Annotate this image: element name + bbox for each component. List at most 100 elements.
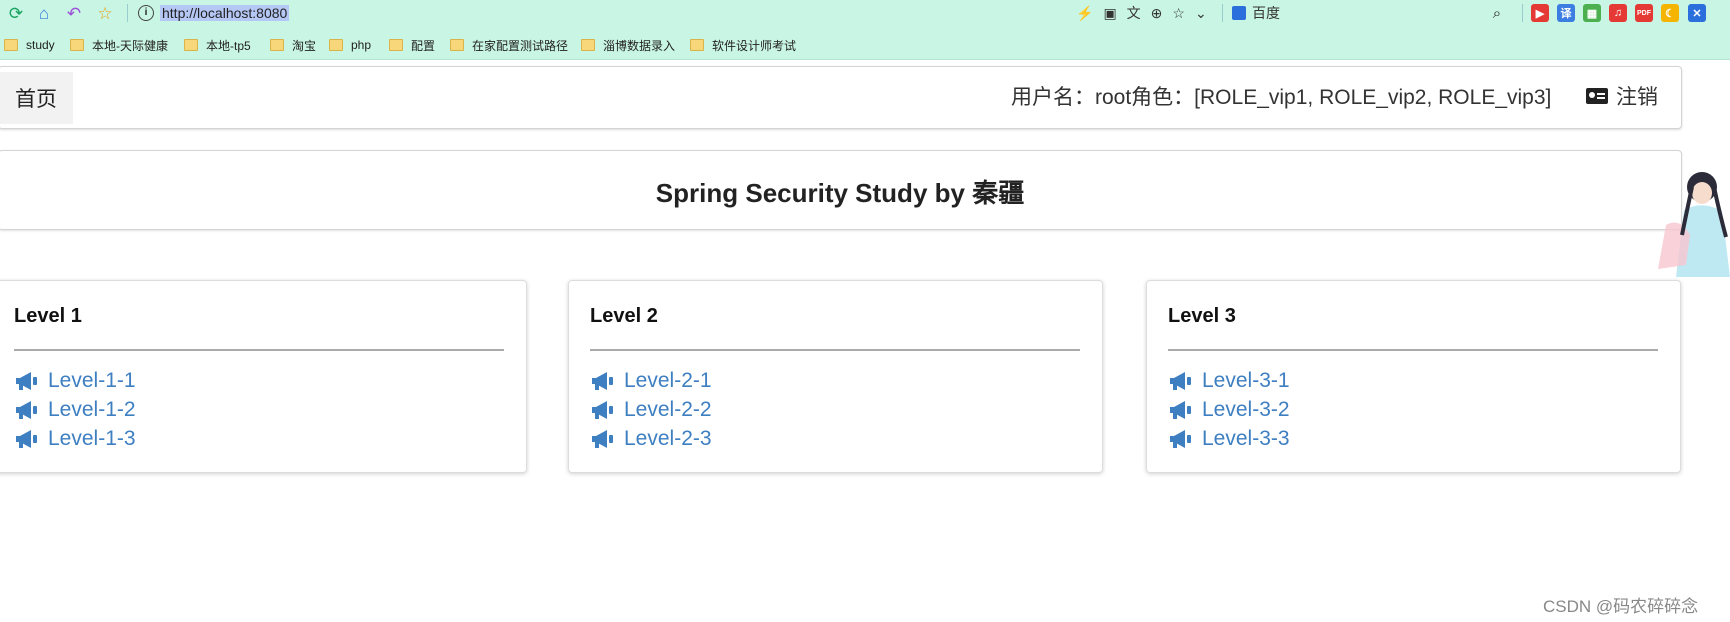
bookmark-label: study [26,38,55,52]
bookmark-item[interactable]: php [329,36,371,54]
address-tools: ⚡ ▣ 文 ⊕ ☆ ⌄ [1076,3,1207,23]
chevron-down-icon[interactable]: ⌄ [1195,5,1207,22]
browser-toolbar: ⟳ ⌂ ↶ ☆ i http://localhost:8080 ⚡ ▣ 文 ⊕ … [0,0,1730,26]
bookmark-item[interactable]: study [4,36,55,54]
moon-ext-icon[interactable]: ☾ [1661,4,1679,22]
id-card-icon [1586,88,1608,104]
bookmark-label: 淘宝 [292,38,317,53]
folder-icon [270,39,284,51]
level-links: Level-2-1 Level-2-2 Level-2-3 [590,366,712,453]
logout-label: 注销 [1616,86,1658,109]
divider [14,349,504,351]
bookmark-label: 配置 [411,38,436,53]
translate-icon[interactable]: 文 [1127,3,1141,23]
level-link[interactable]: Level-3-1 [1168,366,1290,395]
toolbar-divider [1522,4,1523,22]
youtube-ext-icon[interactable]: ▶ [1531,4,1549,22]
level-title: Level 2 [590,305,658,327]
bullhorn-icon [16,429,37,448]
level-link-label: Level-3-1 [1202,368,1290,392]
level-link-label: Level-1-3 [48,426,136,450]
level-link[interactable]: Level-2-1 [590,366,712,395]
bookmark-label: php [351,38,372,52]
lightning-icon[interactable]: ⚡ [1076,5,1093,22]
watermark-text: CSDN @码农碎碎念 [1543,597,1699,616]
page-title: Spring Security Study by 秦疆 [655,178,1025,208]
pdf-ext-icon[interactable]: PDF [1635,4,1653,22]
logout-button[interactable]: 注销 [1586,81,1658,111]
bullhorn-icon [592,371,613,390]
level-link[interactable]: Level-3-2 [1168,395,1290,424]
level-link-label: Level-1-2 [48,397,136,421]
bookmark-label: 本地-tp5 [206,38,251,53]
folder-icon [450,39,464,51]
search-engine-label: 百度 [1252,5,1280,21]
refresh-icon[interactable]: ⟳ [6,3,26,23]
bookmark-label: 淄博数据录入 [603,38,676,53]
bookmarks-bar [0,26,1730,60]
level-link-label: Level-2-2 [624,397,712,421]
level-title: Level 3 [1168,305,1236,327]
top-navbar: 首页 用户名：root角色：[ROLE_vip1, ROLE_vip2, ROL… [0,66,1682,129]
level-link[interactable]: Level-1-3 [14,424,136,453]
level-link[interactable]: Level-3-3 [1168,424,1290,453]
home-link[interactable]: 首页 [0,72,73,124]
bookmark-label: 本地-天际健康 [92,38,168,53]
search-icon[interactable]: ⌕ [1487,3,1507,23]
level-link-label: Level-1-1 [48,368,136,392]
folder-icon [389,39,403,51]
bookmark-item[interactable]: 本地-tp5 [184,36,251,54]
zoom-icon[interactable]: ⊕ [1151,5,1163,22]
translate-ext-icon[interactable]: 译 [1557,4,1575,22]
search-engine[interactable]: 百度 [1232,3,1280,23]
home-icon[interactable]: ⌂ [34,3,54,23]
bullhorn-icon [592,429,613,448]
address-text[interactable]: http://localhost:8080 [160,5,290,21]
address-bar[interactable]: i http://localhost:8080 [138,4,290,22]
back-icon[interactable]: ↶ [64,3,84,23]
user-info: 用户名：root角色：[ROLE_vip1, ROLE_vip2, ROLE_v… [1011,86,1552,109]
folder-icon [581,39,595,51]
level-link-label: Level-3-2 [1202,397,1290,421]
bullhorn-icon [1170,371,1191,390]
level-card-1: Level 1 Level-1-1 Level-1-2 Level-1-3 [0,280,527,473]
level-links: Level-3-1 Level-3-2 Level-3-3 [1168,366,1290,453]
level-link[interactable]: Level-2-3 [590,424,712,453]
level-title: Level 1 [14,305,82,327]
bullhorn-icon [1170,400,1191,419]
level-card-2: Level 2 Level-2-1 Level-2-2 Level-2-3 [568,280,1103,473]
bookmark-item[interactable]: 淄博数据录入 [581,36,675,54]
qr-icon[interactable]: ▣ [1103,5,1116,22]
folder-icon [70,39,84,51]
star-icon[interactable]: ☆ [1172,5,1185,22]
star-icon[interactable]: ☆ [95,3,115,23]
bookmark-item[interactable]: 软件设计师考试 [690,36,796,54]
level-link[interactable]: Level-2-2 [590,395,712,424]
folder-icon [329,39,343,51]
divider [590,349,1080,351]
x-ext-icon[interactable]: ✕ [1688,4,1706,22]
baidu-icon [1232,6,1246,20]
anime-mascot-image [1658,172,1730,277]
level-card-3: Level 3 Level-3-1 Level-3-2 Level-3-3 [1146,280,1681,473]
bookmark-item[interactable]: 本地-天际健康 [70,36,168,54]
toolbar-divider [1222,4,1223,22]
bookmark-item[interactable]: 淘宝 [270,36,316,54]
bullhorn-icon [1170,429,1191,448]
toolbar-divider [127,4,128,22]
bookmark-item[interactable]: 在家配置测试路径 [450,36,568,54]
level-link[interactable]: Level-1-1 [14,366,136,395]
folder-icon [4,39,18,51]
apps-ext-icon[interactable]: ▦ [1583,4,1601,22]
bullhorn-icon [16,400,37,419]
bookmark-item[interactable]: 配置 [389,36,435,54]
bullhorn-icon [592,400,613,419]
bullhorn-icon [16,371,37,390]
level-link-label: Level-3-3 [1202,426,1290,450]
level-link-label: Level-2-3 [624,426,712,450]
level-link[interactable]: Level-1-2 [14,395,136,424]
folder-icon [690,39,704,51]
info-icon[interactable]: i [138,5,154,21]
divider [1168,349,1658,351]
music-ext-icon[interactable]: ♫ [1609,4,1627,22]
